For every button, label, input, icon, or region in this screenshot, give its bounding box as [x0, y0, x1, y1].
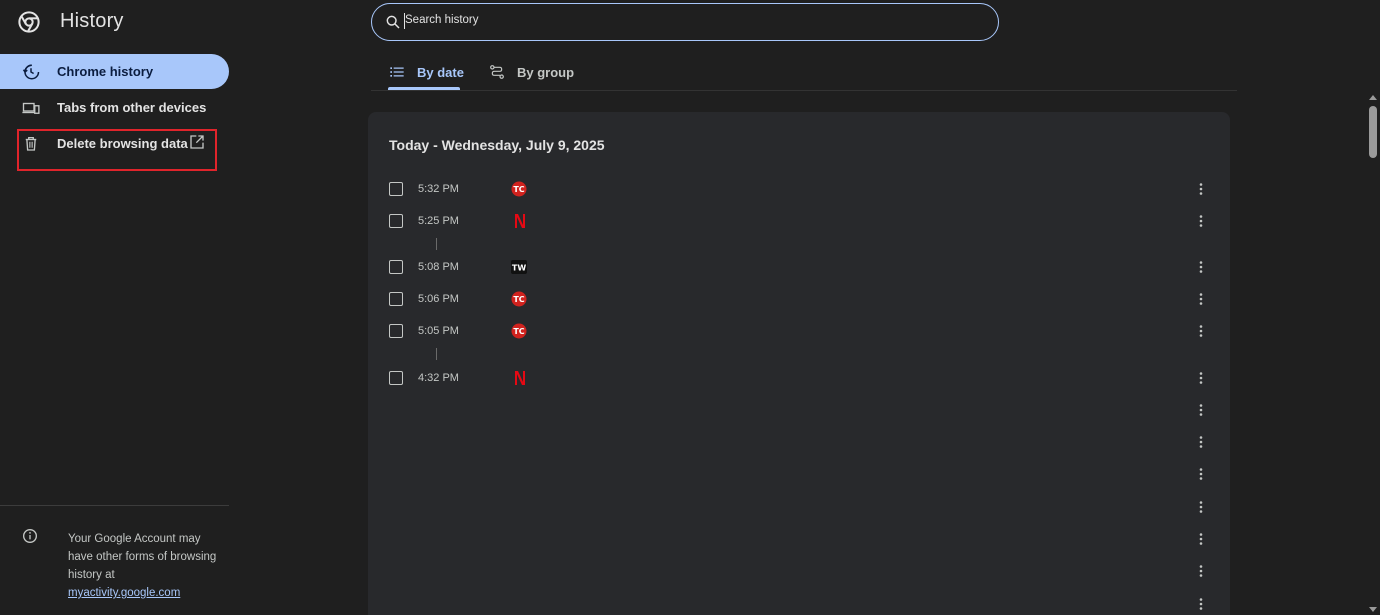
scroll-down-arrow-icon[interactable]	[1369, 607, 1377, 612]
more-actions-icon[interactable]	[1194, 596, 1208, 612]
entry-checkbox[interactable]	[389, 260, 403, 274]
view-tabs: By date By group	[371, 55, 1237, 91]
chrome-logo-icon	[18, 10, 40, 33]
search-input[interactable]: Search history	[405, 14, 479, 26]
more-actions-icon[interactable]	[1194, 531, 1208, 547]
group-icon	[490, 65, 504, 79]
time-gap-connector	[436, 238, 437, 250]
more-actions-icon[interactable]	[1194, 499, 1208, 515]
more-actions-icon[interactable]	[1194, 323, 1208, 339]
external-link-icon	[190, 135, 204, 149]
sidebar-item-label: Tabs from other devices	[57, 100, 207, 115]
entry-time: 5:06 PM	[418, 293, 459, 305]
sidebar-item-label: Chrome history	[57, 64, 154, 79]
more-actions-icon[interactable]	[1194, 466, 1208, 482]
search-icon	[386, 15, 400, 29]
sidebar-item-delete-browsing-data[interactable]: Delete browsing data	[0, 126, 229, 161]
sidebar: History Chrome history Tabs from other d…	[0, 0, 232, 615]
history-entry[interactable]: 5:08 PM TW	[368, 251, 1230, 283]
brand: History	[18, 10, 124, 33]
app-title: History	[60, 10, 124, 32]
svg-text:TC: TC	[513, 185, 524, 194]
more-actions-icon[interactable]	[1194, 291, 1208, 307]
entry-checkbox[interactable]	[389, 324, 403, 338]
netflix-favicon	[515, 214, 525, 228]
entry-time: 5:32 PM	[418, 183, 459, 195]
history-entry[interactable]: 5:25 PM	[368, 205, 1230, 237]
svg-text:TC: TC	[513, 295, 524, 304]
scroll-up-arrow-icon[interactable]	[1369, 95, 1377, 100]
entry-checkbox[interactable]	[389, 214, 403, 228]
account-note-body: Your Google Account may have other forms…	[68, 533, 217, 581]
tc-favicon: TC	[511, 291, 527, 307]
history-entry[interactable]: 5:06 PM TC	[368, 283, 1230, 315]
svg-text:TW: TW	[512, 264, 526, 273]
info-icon	[23, 529, 37, 543]
entry-checkbox[interactable]	[389, 182, 403, 196]
tab-label: By group	[517, 64, 575, 80]
history-page: History Chrome history Tabs from other d…	[0, 0, 1380, 615]
entry-time: 4:32 PM	[418, 372, 459, 384]
history-entry[interactable]: 5:32 PM TC	[368, 173, 1230, 205]
more-actions-icon[interactable]	[1194, 213, 1208, 229]
more-actions-icon[interactable]	[1194, 402, 1208, 418]
entry-time: 5:05 PM	[418, 325, 459, 337]
tw-favicon: TW	[511, 260, 527, 274]
date-heading: Today - Wednesday, July 9, 2025	[389, 137, 605, 153]
devices-icon	[22, 102, 40, 114]
sidebar-item-label: Delete browsing data	[57, 136, 188, 151]
history-card: Today - Wednesday, July 9, 2025 5:32 PM …	[368, 112, 1230, 615]
more-actions-icon[interactable]	[1194, 181, 1208, 197]
scrollbar-thumb[interactable]	[1369, 106, 1377, 158]
more-actions-icon[interactable]	[1194, 563, 1208, 579]
entry-checkbox[interactable]	[389, 371, 403, 385]
entry-time: 5:08 PM	[418, 261, 459, 273]
more-actions-icon[interactable]	[1194, 370, 1208, 386]
tc-favicon: TC	[511, 181, 527, 197]
sidebar-divider	[0, 505, 229, 506]
page-scrollbar[interactable]	[1366, 92, 1380, 615]
tabs-divider	[371, 90, 1237, 91]
more-actions-icon[interactable]	[1194, 259, 1208, 275]
more-actions-icon[interactable]	[1194, 434, 1208, 450]
tc-favicon: TC	[511, 323, 527, 339]
tab-label: By date	[417, 64, 464, 80]
account-note-text: Your Google Account may have other forms…	[68, 530, 218, 602]
history-entry[interactable]: 4:32 PM	[368, 362, 1230, 394]
history-icon	[22, 64, 40, 80]
time-gap-connector	[436, 348, 437, 360]
tab-by-group[interactable]: By group	[489, 55, 574, 89]
netflix-favicon	[515, 371, 525, 385]
entry-time: 5:25 PM	[418, 215, 459, 227]
history-entry[interactable]: 5:05 PM TC	[368, 315, 1230, 347]
myactivity-link[interactable]: myactivity.google.com	[68, 584, 218, 602]
sidebar-item-tabs-other-devices[interactable]: Tabs from other devices	[0, 90, 229, 125]
search-bar[interactable]: Search history	[371, 3, 999, 41]
trash-icon	[25, 136, 37, 151]
list-icon	[390, 67, 404, 77]
tab-by-date[interactable]: By date	[389, 55, 464, 89]
svg-text:TC: TC	[513, 327, 524, 336]
entry-checkbox[interactable]	[389, 292, 403, 306]
sidebar-item-chrome-history[interactable]: Chrome history	[0, 54, 229, 89]
